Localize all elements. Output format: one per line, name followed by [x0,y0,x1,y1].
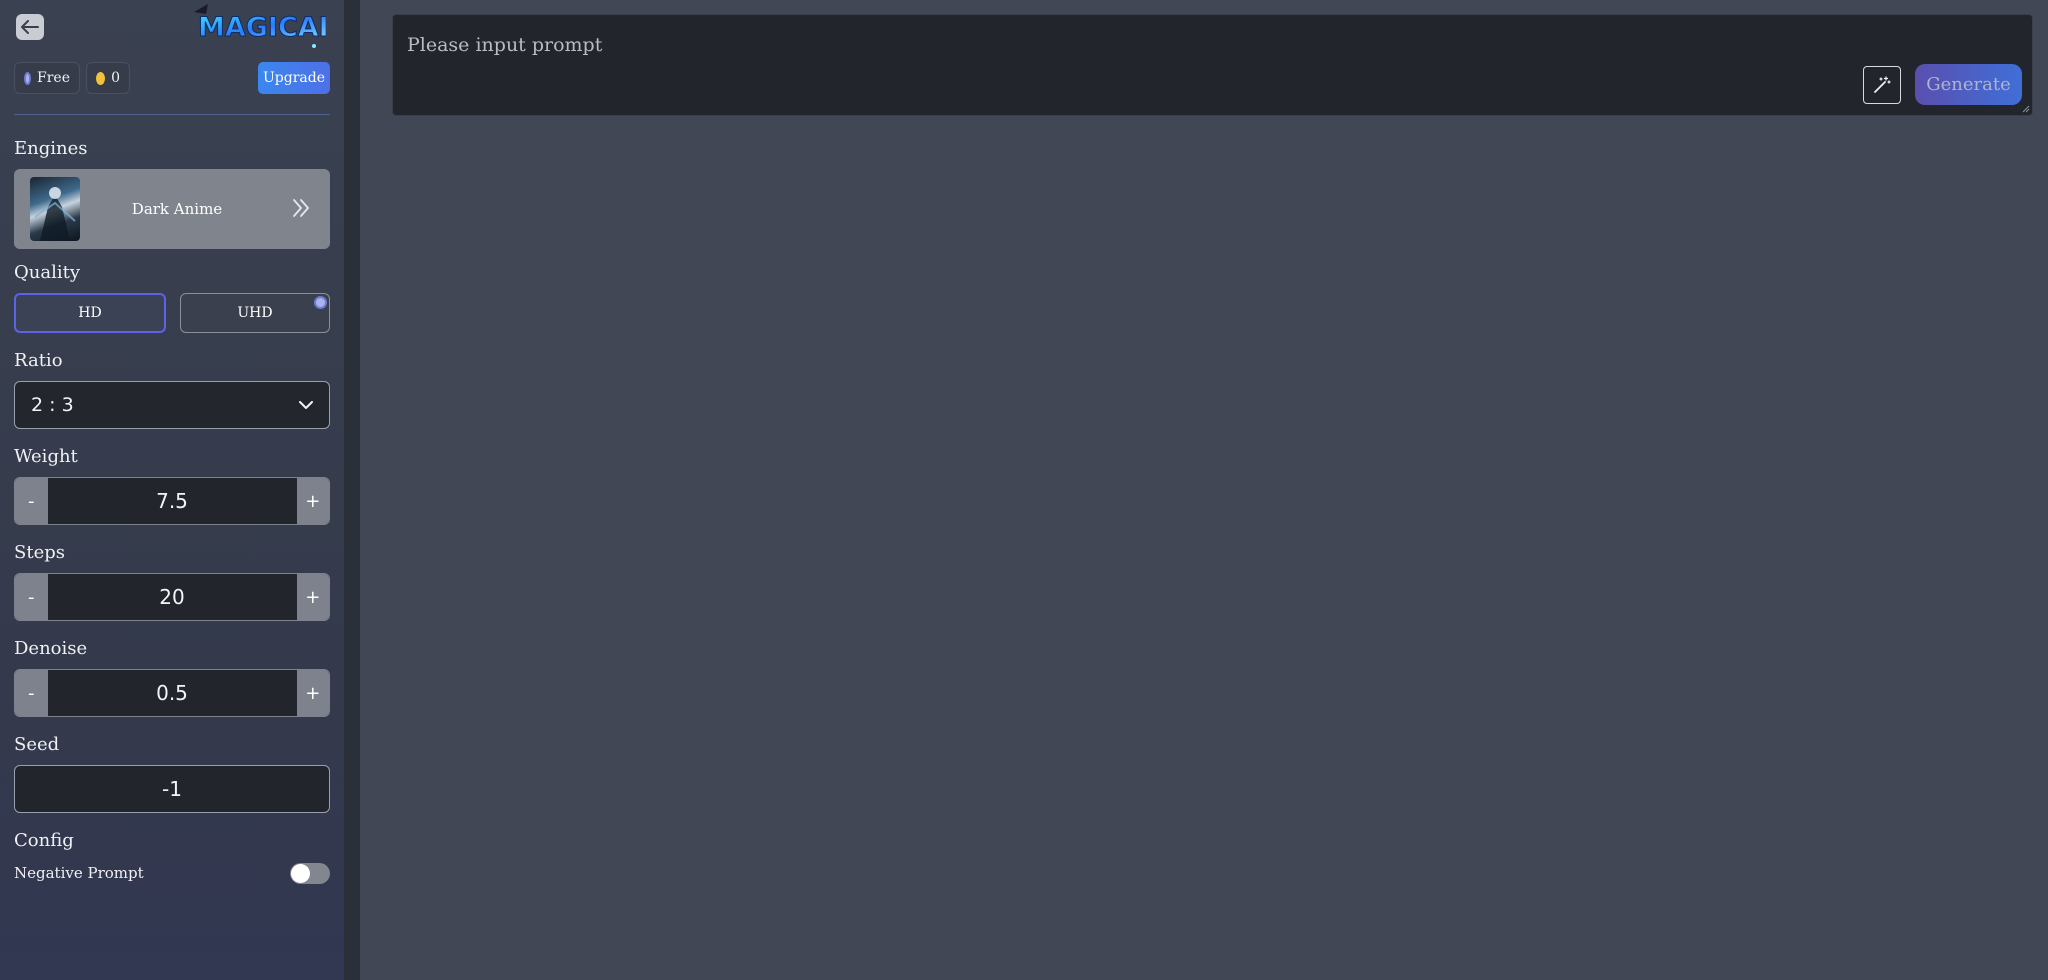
denoise-input[interactable] [47,670,297,716]
arrow-left-icon [21,20,39,34]
seed-input[interactable] [14,765,330,813]
double-chevron-right-icon [293,199,309,217]
engines-label: Engines [14,138,88,159]
quality-uhd-button[interactable]: UHD [180,293,330,333]
steps-stepper: - + [14,573,330,621]
denoise-increment-button[interactable]: + [296,670,329,716]
quality-hd-button[interactable]: HD [14,293,166,333]
plan-label: Free [37,70,70,86]
quality-uhd-label: UHD [237,305,273,321]
engine-selector[interactable]: Dark Anime [14,169,330,249]
config-label: Config [14,830,74,851]
premium-badge-icon [314,296,327,309]
sidebar-divider [344,0,360,980]
negative-prompt-label: Negative Prompt [14,864,144,882]
steps-decrement-button[interactable]: - [15,574,48,620]
weight-stepper: - + [14,477,330,525]
steps-input[interactable] [47,574,297,620]
logo: MAGICAI [194,4,326,48]
denoise-label: Denoise [14,638,88,659]
coin-count: 0 [111,70,120,86]
prompt-box: Generate [392,14,2033,116]
ratio-label: Ratio [14,350,63,371]
quality-label: Quality [14,262,80,283]
coin-icon [96,71,106,85]
sidebar-header: MAGICAI [14,0,330,52]
back-button[interactable] [16,14,44,40]
plan-chip: Free [14,62,80,94]
divider [14,114,330,115]
plan-badge-icon [24,71,32,85]
chevron-down-icon [299,400,313,409]
negative-prompt-row: Negative Prompt [14,861,330,885]
denoise-decrement-button[interactable]: - [15,670,48,716]
resize-handle-icon[interactable] [2022,105,2030,113]
coin-chip: 0 [86,62,130,94]
denoise-stepper: - + [14,669,330,717]
quality-options: HD UHD [14,293,330,333]
steps-increment-button[interactable]: + [296,574,329,620]
plan-row: Free 0 Upgrade [14,60,330,100]
weight-increment-button[interactable]: + [296,478,329,524]
upgrade-button[interactable]: Upgrade [258,62,330,94]
prompt-input[interactable] [407,25,1807,65]
steps-label: Steps [14,542,65,563]
engine-thumbnail [30,177,80,241]
negative-prompt-toggle[interactable] [290,862,330,884]
magic-prompt-button[interactable] [1863,66,1901,104]
weight-decrement-button[interactable]: - [15,478,48,524]
logo-text: MAGICAI [198,12,326,43]
ratio-select[interactable]: 2 : 3 [14,381,330,429]
seed-label: Seed [14,734,60,755]
weight-label: Weight [14,446,78,467]
sidebar: MAGICAI Free 0 Upgrade Engines Dark Anim… [0,0,344,980]
ratio-value: 2 : 3 [31,394,74,416]
engine-name: Dark Anime [131,200,223,218]
generate-button[interactable]: Generate [1915,64,2022,105]
weight-input[interactable] [47,478,297,524]
toggle-knob [291,863,310,883]
magic-wand-icon [1874,76,1891,93]
